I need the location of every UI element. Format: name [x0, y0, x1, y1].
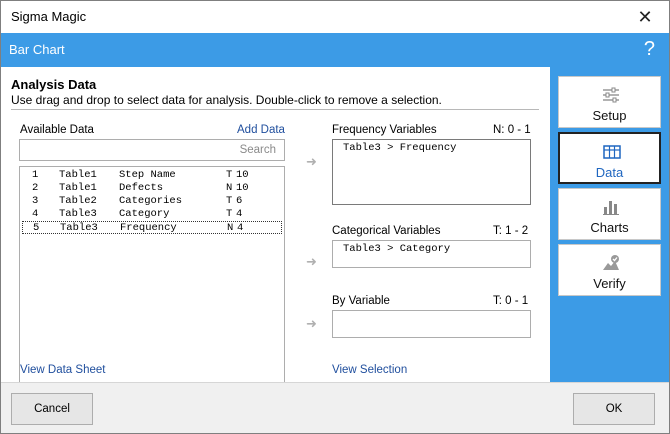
row-name: Defects: [119, 182, 164, 194]
row-type: T: [226, 208, 233, 220]
nav-verify-label: Verify: [593, 276, 626, 291]
nav-data-label: Data: [595, 165, 624, 180]
side-nav: Setup Data Charts Verify: [550, 67, 669, 382]
by-variable-count: T: 0 - 1: [493, 295, 529, 307]
sliders-icon: [603, 87, 619, 103]
nav-verify-button[interactable]: Verify: [558, 244, 661, 296]
dialog-title: Bar Chart: [9, 42, 65, 57]
right-arrow-icon[interactable]: ➜: [306, 255, 320, 269]
row-name: Category: [119, 208, 170, 220]
nav-charts-button[interactable]: Charts: [558, 188, 661, 240]
row-count: 6: [236, 195, 243, 207]
section-instructions: Use drag and drop to select data for ana…: [11, 93, 442, 107]
row-name: Categories: [119, 195, 183, 207]
categorical-variables-label: Categorical Variables: [332, 225, 441, 237]
view-data-sheet-link[interactable]: View Data Sheet: [20, 364, 105, 376]
by-variable-field[interactable]: [332, 310, 531, 338]
row-number: 5: [33, 222, 40, 234]
add-data-link[interactable]: Add Data: [237, 124, 285, 136]
row-table: Table2: [59, 195, 97, 207]
right-arrow-icon[interactable]: ➜: [306, 317, 320, 331]
main-panel: Analysis Data Use drag and drop to selec…: [1, 67, 550, 418]
row-type: N: [227, 222, 234, 234]
available-data-list[interactable]: 1 Table1 Step Name T 10 2 Table1 Defects…: [19, 166, 285, 418]
available-data-label: Available Data: [20, 124, 94, 136]
help-icon[interactable]: ?: [644, 37, 655, 61]
right-arrow-icon[interactable]: ➜: [306, 155, 320, 169]
nav-charts-label: Charts: [590, 220, 629, 235]
verify-check-icon: [603, 255, 619, 270]
nav-setup-label: Setup: [592, 108, 627, 123]
list-item[interactable]: 3 Table2 Categories T 6: [22, 195, 282, 208]
dialog-footer: Cancel OK: [1, 382, 669, 433]
section-divider: [11, 109, 539, 110]
row-number: 1: [32, 169, 39, 181]
bar-chart-icon: [603, 201, 619, 215]
table-icon: [603, 145, 621, 159]
row-table: Table3: [59, 208, 97, 220]
dialog-window: Sigma Magic ✕ Bar Chart ? Analysis Data …: [0, 0, 670, 434]
list-item[interactable]: 4 Table3 Category T 4: [22, 208, 282, 221]
row-count: 10: [236, 169, 249, 181]
ok-button[interactable]: OK: [573, 393, 655, 425]
row-count: 4: [236, 208, 243, 220]
row-table: Table3: [60, 222, 98, 234]
row-name: Step Name: [119, 169, 176, 181]
row-number: 2: [32, 182, 39, 194]
search-input[interactable]: Search: [19, 139, 285, 161]
categorical-variable-value[interactable]: Table3 > Category: [343, 243, 450, 255]
frequency-variable-value[interactable]: Table3 > Frequency: [343, 142, 456, 154]
list-item-selected[interactable]: 5 Table3 Frequency N 4: [22, 221, 282, 234]
window-title: Sigma Magic: [11, 9, 87, 24]
list-item[interactable]: 1 Table1 Step Name T 10: [22, 169, 282, 182]
row-count: 4: [237, 222, 244, 234]
categorical-count: T: 1 - 2: [493, 225, 529, 237]
row-table: Table1: [59, 169, 97, 181]
cancel-button[interactable]: Cancel: [11, 393, 93, 425]
row-number: 4: [32, 208, 39, 220]
by-variable-label: By Variable: [332, 295, 390, 307]
row-table: Table1: [59, 182, 97, 194]
nav-data-button[interactable]: Data: [558, 132, 661, 184]
dialog-header: Bar Chart ?: [1, 33, 669, 67]
row-type: T: [226, 195, 233, 207]
row-type: N: [226, 182, 233, 194]
section-title: Analysis Data: [11, 77, 97, 92]
frequency-variables-field[interactable]: Table3 > Frequency: [332, 139, 531, 205]
row-type: T: [226, 169, 233, 181]
list-item[interactable]: 2 Table1 Defects N 10: [22, 182, 282, 195]
categorical-variables-field[interactable]: Table3 > Category: [332, 240, 531, 268]
row-number: 3: [32, 195, 39, 207]
view-selection-link[interactable]: View Selection: [332, 364, 407, 376]
search-placeholder: Search: [239, 144, 276, 156]
frequency-count: N: 0 - 1: [493, 124, 531, 136]
close-icon[interactable]: ✕: [627, 3, 663, 31]
nav-setup-button[interactable]: Setup: [558, 76, 661, 128]
row-count: 10: [236, 182, 249, 194]
title-bar: Sigma Magic ✕: [1, 1, 669, 33]
row-name: Frequency: [120, 222, 177, 234]
frequency-variables-label: Frequency Variables: [332, 124, 437, 136]
